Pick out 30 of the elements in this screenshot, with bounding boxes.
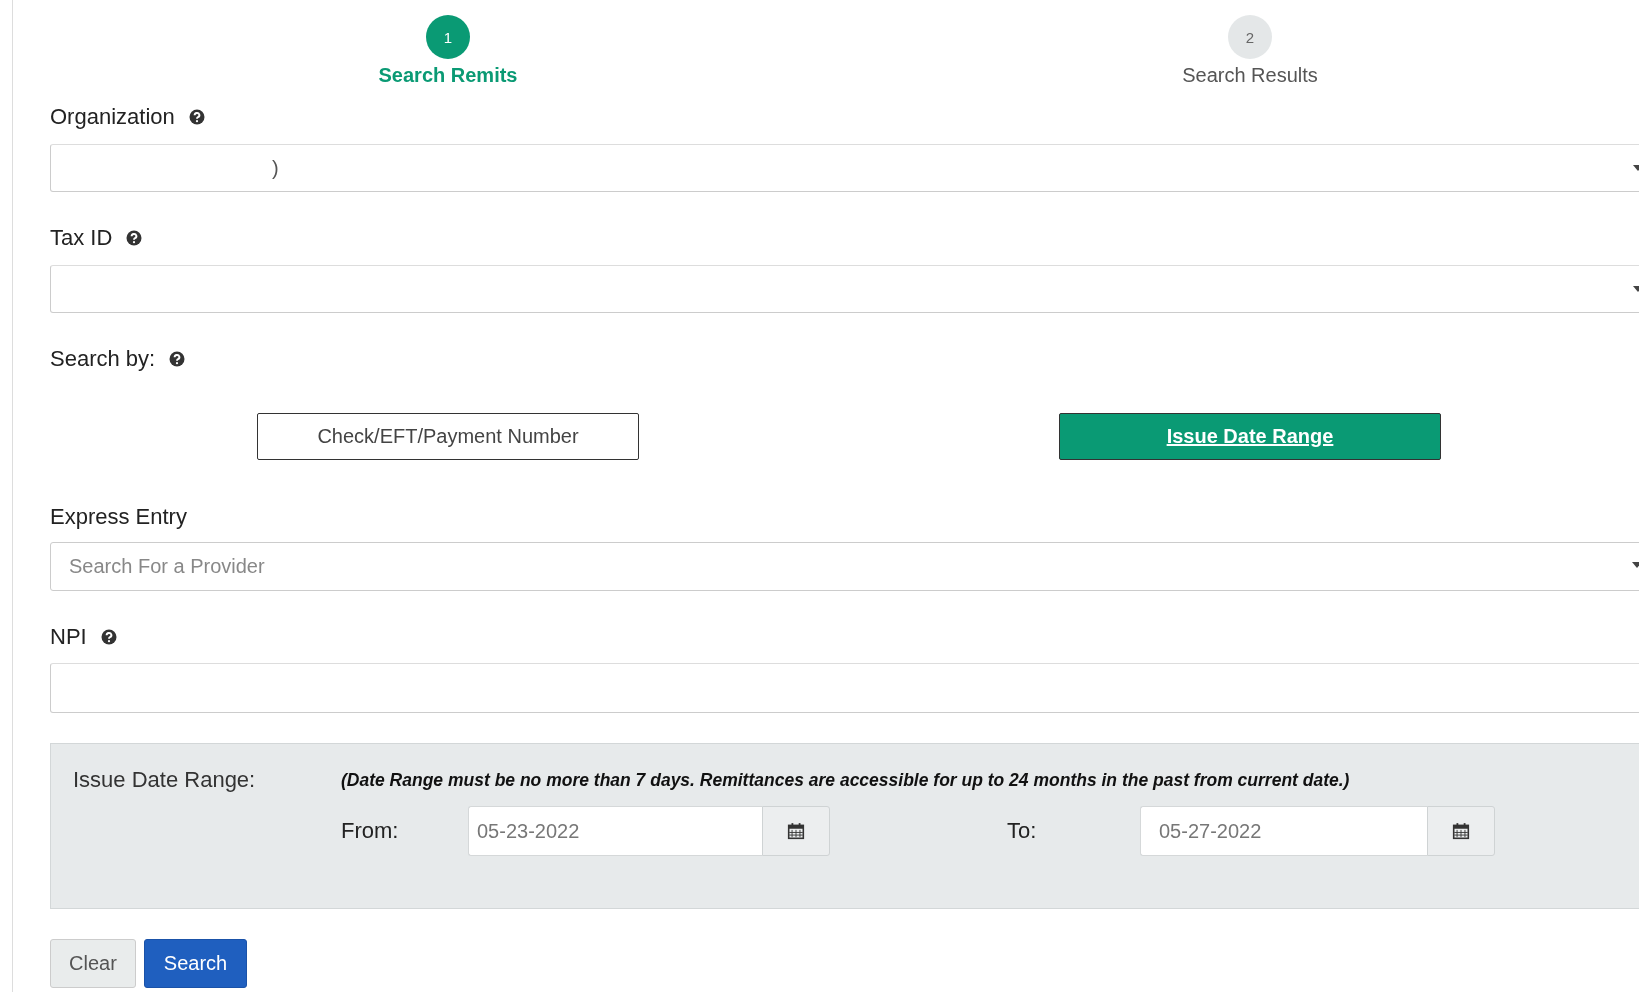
provider-search-dropdown[interactable]: Search For a Provider xyxy=(50,542,1639,591)
step-number[interactable]: 2 xyxy=(1228,15,1272,59)
clear-button[interactable]: Clear xyxy=(50,939,136,988)
calendar-icon xyxy=(1452,822,1470,840)
step-label: Search Remits xyxy=(378,63,518,87)
search-button[interactable]: Search xyxy=(144,939,247,988)
help-icon[interactable] xyxy=(126,230,143,246)
from-label: From: xyxy=(341,818,400,844)
search-option-button[interactable]: Check/EFT/Payment Number xyxy=(257,413,639,460)
search-option-button[interactable]: Issue Date Range xyxy=(1059,413,1441,460)
to-label: To: xyxy=(1007,818,1038,844)
step-number[interactable]: 1 xyxy=(426,15,470,59)
field-label: Express Entry xyxy=(50,504,187,530)
section-label: Issue Date Range: xyxy=(73,768,257,792)
help-icon[interactable] xyxy=(188,109,205,125)
calendar-button[interactable] xyxy=(1427,806,1495,856)
date-range-note: (Date Range must be no more than 7 days. Remittances are accessible for up to 24 months in the past from current date.) xyxy=(341,769,1351,792)
help-icon[interactable] xyxy=(100,629,117,645)
calendar-button[interactable] xyxy=(762,806,830,856)
from-date-field[interactable]: 05-23-2022 xyxy=(468,806,762,856)
organization-dropdown[interactable]: ) xyxy=(50,144,1639,192)
field-label: Search by: xyxy=(50,346,156,372)
calendar-icon xyxy=(787,822,805,840)
step-label: Search Results xyxy=(1182,63,1318,87)
field-label: NPI xyxy=(50,624,87,650)
help-icon[interactable] xyxy=(169,351,186,367)
field-label: Tax ID xyxy=(50,225,113,251)
dropdown-caret-icon xyxy=(1632,562,1639,568)
to-date-field[interactable]: 05-27-2022 xyxy=(1140,806,1427,856)
field-label: Organization xyxy=(50,104,175,130)
